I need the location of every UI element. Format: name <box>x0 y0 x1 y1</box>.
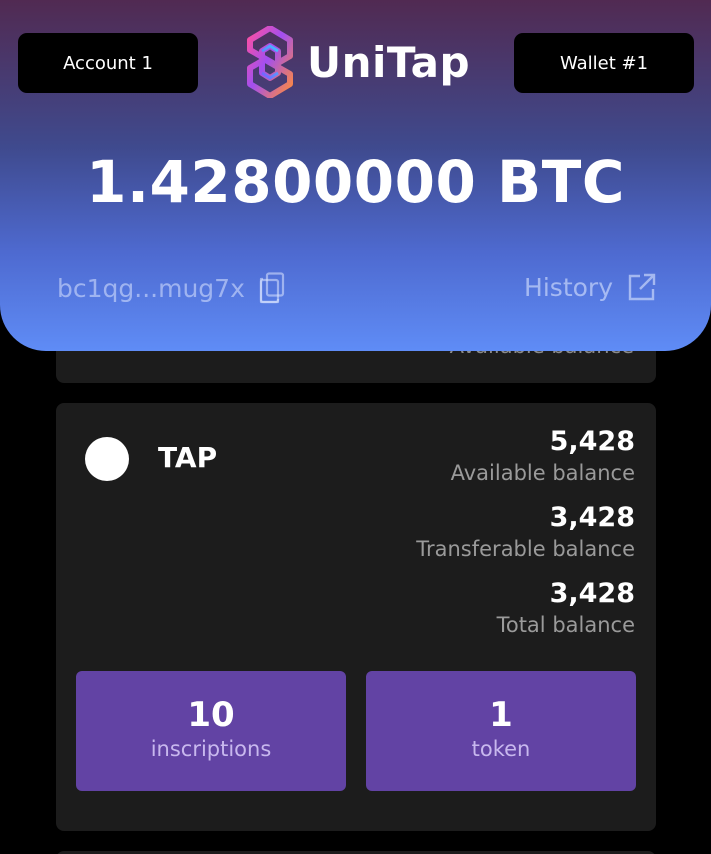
inscriptions-label: inscriptions <box>150 737 272 761</box>
unitap-logo-icon <box>247 26 293 98</box>
total-balance-label: Total balance <box>496 613 635 637</box>
account-selector-button[interactable]: Account 1 <box>18 33 198 93</box>
inscriptions-button[interactable]: 10 inscriptions <box>76 671 346 791</box>
tokens-button[interactable]: 1 token <box>366 671 636 791</box>
wallet-selector-button[interactable]: Wallet #1 <box>514 33 694 93</box>
available-balance-label: Available balance <box>450 461 635 485</box>
inscriptions-count: 10 <box>187 695 235 735</box>
history-link[interactable]: History <box>524 272 657 302</box>
transferable-balance-label: Transferable balance <box>416 537 635 561</box>
btc-balance: 1.42800000 BTC <box>86 148 625 216</box>
history-label: History <box>524 272 613 302</box>
transferable-balance-value: 3,428 <box>549 502 635 533</box>
wallet-address-copy[interactable]: bc1qg...mug7x <box>57 272 285 304</box>
app-logo: UniTap <box>247 26 470 98</box>
external-link-icon <box>627 272 657 302</box>
wallet-header: Account 1 UniTap Wallet #1 1.42800000 BT… <box>0 0 711 351</box>
wallet-screen: Available balance TAP 5,428 Available ba… <box>0 0 711 854</box>
token-icon <box>85 437 129 481</box>
total-balance-value: 3,428 <box>549 578 635 609</box>
token-balances: 5,428 Available balance 3,428 Transferab… <box>416 425 635 653</box>
copy-icon[interactable] <box>259 272 285 304</box>
tokens-label: token <box>471 737 531 761</box>
token-name: TAP <box>158 441 218 474</box>
available-balance-value: 5,428 <box>549 426 635 457</box>
token-card[interactable]: TAP 5,428 Available balance 3,428 Transf… <box>56 403 656 831</box>
tokens-count: 1 <box>489 695 513 735</box>
app-name: UniTap <box>307 37 471 87</box>
wallet-address: bc1qg...mug7x <box>57 273 245 303</box>
